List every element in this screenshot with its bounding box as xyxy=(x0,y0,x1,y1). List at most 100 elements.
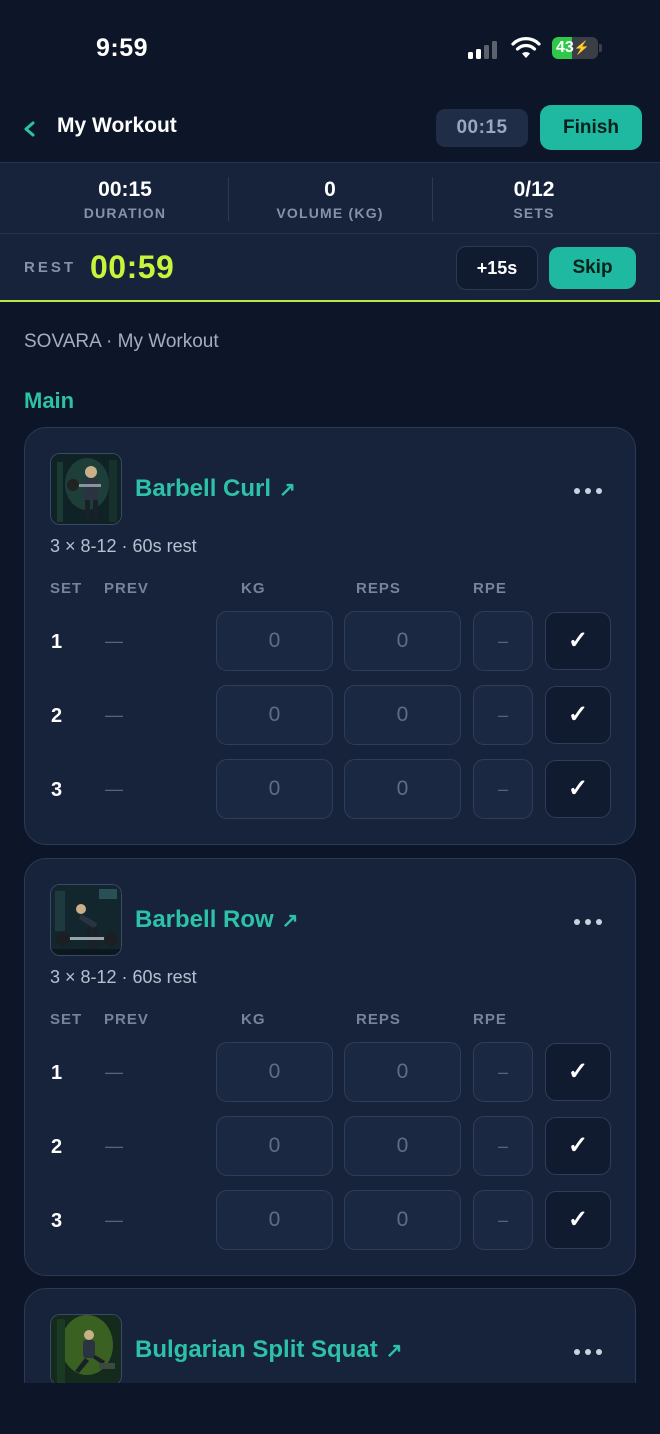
column-header-prev: PREV xyxy=(104,1011,149,1028)
chevron-left-icon xyxy=(24,121,35,137)
kg-input[interactable]: 0 xyxy=(216,685,333,745)
stat-duration: 00:15 DURATION xyxy=(23,163,227,235)
set-number: 2 xyxy=(51,1136,63,1158)
battery-level: 43 xyxy=(556,39,574,56)
exercise-name: Barbell Curl xyxy=(135,475,272,502)
reps-input[interactable]: 0 xyxy=(344,1190,461,1250)
exercise-name-link[interactable]: Barbell Row ↗ xyxy=(135,906,298,934)
stat-label: DURATION xyxy=(83,205,167,221)
complete-set-button[interactable]: ✓ xyxy=(545,612,611,670)
exercise-thumbnail[interactable] xyxy=(50,453,122,525)
reps-input[interactable]: 0 xyxy=(344,1042,461,1102)
rest-label: REST xyxy=(24,259,77,276)
column-header-reps: REPS xyxy=(356,1011,401,1028)
kg-input[interactable]: 0 xyxy=(216,611,333,671)
checkmark-icon: ✓ xyxy=(567,1206,589,1233)
previous-value: — xyxy=(105,705,123,725)
kg-input[interactable]: 0 xyxy=(216,759,333,819)
exercise-scheme: 3 × 8-12 · 60s rest xyxy=(50,967,197,987)
rpe-select[interactable]: – xyxy=(473,1190,533,1250)
exercise-name-link[interactable]: Barbell Curl ↗ xyxy=(135,475,296,503)
exercise-card: Barbell Row ↗ 3 × 8-12 · 60s rest SET PRE… xyxy=(24,858,636,1276)
rpe-select[interactable]: – xyxy=(473,1042,533,1102)
arrow-up-right-icon: ↗ xyxy=(281,910,299,932)
status-bar: 9:59 43⚡ xyxy=(0,0,660,100)
complete-set-button[interactable]: ✓ xyxy=(545,686,611,744)
status-time: 9:59 xyxy=(96,34,149,62)
previous-value: — xyxy=(105,1210,123,1230)
page-title: My Workout xyxy=(57,114,177,137)
previous-value: — xyxy=(105,779,123,799)
workout-stats: 00:15 DURATION 0 VOLUME (KG) 0/12 SETS xyxy=(0,162,660,234)
stat-label: SETS xyxy=(513,205,555,221)
battery-icon: 43⚡ xyxy=(552,37,598,59)
set-number: 3 xyxy=(51,1210,63,1232)
cellular-signal-icon xyxy=(468,39,502,59)
skip-rest-button[interactable]: Skip xyxy=(549,247,636,289)
finish-button[interactable]: Finish xyxy=(540,105,642,150)
reps-input[interactable]: 0 xyxy=(344,611,461,671)
more-horizontal-icon[interactable] xyxy=(574,917,604,927)
previous-value: — xyxy=(105,1062,123,1082)
complete-set-button[interactable]: ✓ xyxy=(545,1191,611,1249)
rest-countdown: 00:59 xyxy=(90,249,175,285)
stat-value: 0/12 xyxy=(513,178,555,201)
column-header-reps: REPS xyxy=(356,580,401,597)
reps-input[interactable]: 0 xyxy=(344,759,461,819)
checkmark-icon: ✓ xyxy=(567,1132,589,1159)
exercise-scheme: 3 × 8-12 · 60s rest xyxy=(50,536,197,556)
rpe-select[interactable]: – xyxy=(473,611,533,671)
column-header-rpe: RPE xyxy=(473,1011,507,1028)
rpe-select[interactable]: – xyxy=(473,1116,533,1176)
checkmark-icon: ✓ xyxy=(567,701,589,728)
exercise-thumbnail[interactable] xyxy=(50,1314,122,1386)
kg-input[interactable]: 0 xyxy=(216,1190,333,1250)
complete-set-button[interactable]: ✓ xyxy=(545,1117,611,1175)
more-horizontal-icon[interactable] xyxy=(574,1347,604,1357)
set-number: 3 xyxy=(51,779,63,801)
more-horizontal-icon[interactable] xyxy=(574,486,604,496)
set-number: 1 xyxy=(51,631,63,653)
checkmark-icon: ✓ xyxy=(567,627,589,654)
screen-bottom-edge xyxy=(0,1383,660,1434)
stat-volume: 0 VOLUME (KG) xyxy=(228,163,432,235)
workout-header: My Workout 00:15 Finish xyxy=(0,100,660,162)
column-header-rpe: RPE xyxy=(473,580,507,597)
reps-input[interactable]: 0 xyxy=(344,1116,461,1176)
column-header-kg: KG xyxy=(241,1011,266,1028)
rpe-select[interactable]: – xyxy=(473,685,533,745)
stat-value: 0 xyxy=(324,178,336,201)
section-title: Main xyxy=(24,388,75,413)
arrow-up-right-icon: ↗ xyxy=(385,1340,403,1362)
kg-input[interactable]: 0 xyxy=(216,1042,333,1102)
checkmark-icon: ✓ xyxy=(567,775,589,802)
wifi-icon xyxy=(511,37,541,58)
rpe-select[interactable]: – xyxy=(473,759,533,819)
exercise-name-link[interactable]: Bulgarian Split Squat ↗ xyxy=(135,1336,402,1364)
back-button[interactable] xyxy=(22,116,42,142)
column-header-prev: PREV xyxy=(104,580,149,597)
set-number: 2 xyxy=(51,705,63,727)
exercise-thumbnail[interactable] xyxy=(50,884,122,956)
add-15s-button[interactable]: +15s xyxy=(456,246,538,290)
exercise-name: Bulgarian Split Squat xyxy=(135,1336,378,1363)
breadcrumb: SOVARA · My Workout xyxy=(24,331,219,352)
reps-input[interactable]: 0 xyxy=(344,685,461,745)
previous-value: — xyxy=(105,1136,123,1156)
stat-sets: 0/12 SETS xyxy=(432,163,636,235)
stat-value: 00:15 xyxy=(98,178,152,201)
complete-set-button[interactable]: ✓ xyxy=(545,1043,611,1101)
complete-set-button[interactable]: ✓ xyxy=(545,760,611,818)
column-header-set: SET xyxy=(50,1011,83,1028)
column-header-set: SET xyxy=(50,580,83,597)
set-number: 1 xyxy=(51,1062,63,1084)
exercise-card: Barbell Curl ↗ 3 × 8-12 · 60s rest SET PR… xyxy=(24,427,636,845)
checkmark-icon: ✓ xyxy=(567,1058,589,1085)
previous-value: — xyxy=(105,631,123,651)
rest-timer-bar: REST 00:59 +15s Skip xyxy=(0,234,660,302)
exercise-name: Barbell Row xyxy=(135,906,274,933)
workout-timer: 00:15 xyxy=(436,109,528,147)
kg-input[interactable]: 0 xyxy=(216,1116,333,1176)
arrow-up-right-icon: ↗ xyxy=(279,479,296,501)
stat-label: VOLUME (KG) xyxy=(276,205,384,221)
